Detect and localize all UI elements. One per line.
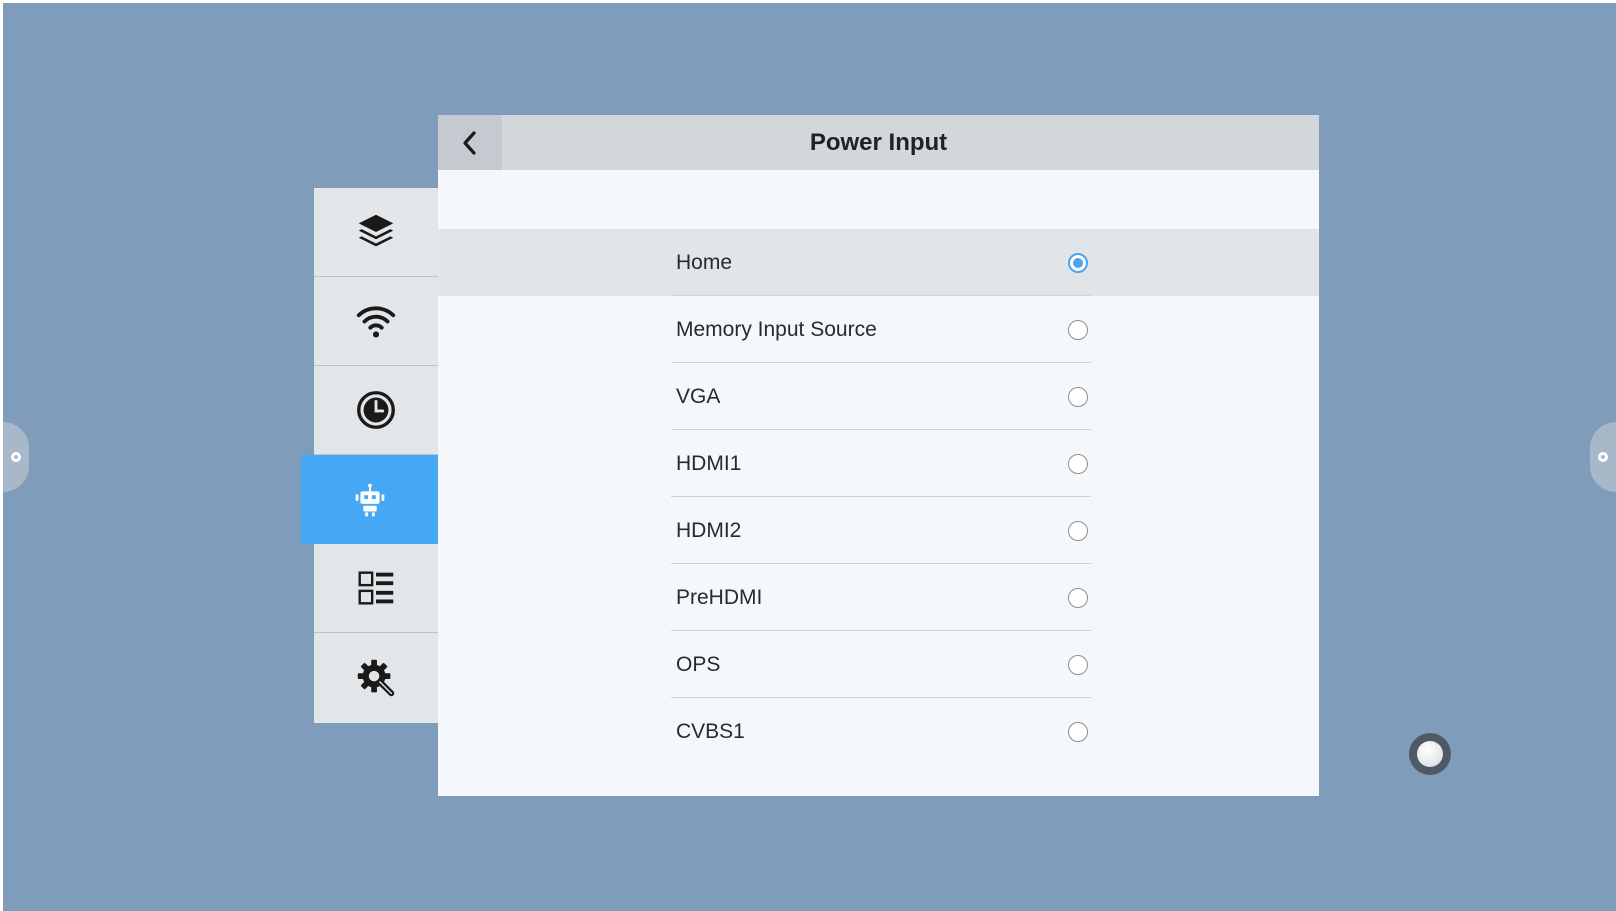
option-radio[interactable] [1068, 521, 1088, 541]
option-radio[interactable] [1068, 588, 1088, 608]
option-row[interactable]: Memory Input Source [438, 296, 1319, 363]
gear-wrench-icon [357, 659, 395, 696]
option-radio[interactable] [1068, 320, 1088, 340]
layers-icon [358, 214, 394, 247]
option-row[interactable]: VGA [438, 363, 1319, 430]
option-radio[interactable] [1068, 253, 1088, 273]
ring-icon [1598, 452, 1608, 462]
assistive-touch-button[interactable] [1409, 733, 1451, 775]
assistive-touch-icon [1417, 741, 1443, 767]
sidebar-item-smart[interactable] [301, 455, 438, 544]
clock-icon [357, 391, 395, 429]
option-row[interactable]: HDMI1 [438, 430, 1319, 497]
option-radio[interactable] [1068, 387, 1088, 407]
sidebar-item-time[interactable] [314, 366, 438, 455]
option-row[interactable]: CVBS1 [438, 698, 1319, 765]
apps-list-icon [358, 571, 394, 605]
option-label: VGA [676, 385, 721, 408]
right-edge-handle[interactable] [1590, 422, 1616, 492]
page-title: Power Input [809, 129, 948, 156]
sidebar-item-network[interactable] [314, 277, 438, 366]
option-label: HDMI1 [676, 452, 742, 475]
option-row[interactable]: HDMI2 [438, 497, 1319, 564]
robot-icon [355, 483, 384, 516]
option-radio[interactable] [1068, 655, 1088, 675]
option-label: OPS [676, 653, 721, 676]
sidebar-item-apps[interactable] [314, 544, 438, 633]
panel-header: Power Input [438, 115, 1319, 170]
back-button[interactable] [438, 115, 502, 170]
desktop-background: Power Input Home Memory Input Source VGA HD… [3, 3, 1616, 911]
ring-icon [11, 452, 21, 462]
left-edge-handle[interactable] [3, 422, 29, 492]
option-label: Memory Input Source [676, 318, 877, 341]
option-radio[interactable] [1068, 454, 1088, 474]
option-label: CVBS1 [676, 720, 745, 743]
option-row[interactable]: OPS [438, 631, 1319, 698]
chevron-left-icon [463, 130, 476, 155]
option-row[interactable]: PreHDMI [438, 564, 1319, 631]
sidebar-item-settings[interactable] [314, 633, 438, 722]
option-radio[interactable] [1068, 722, 1088, 742]
option-label: HDMI2 [676, 519, 742, 542]
wifi-icon [356, 306, 396, 338]
option-row[interactable]: Home [438, 229, 1319, 296]
option-label: PreHDMI [676, 586, 763, 609]
sidebar-item-layers[interactable] [314, 188, 438, 277]
power-input-panel: Power Input Home Memory Input Source VGA HD… [438, 115, 1319, 796]
settings-sidebar [301, 188, 438, 723]
option-label: Home [676, 251, 733, 274]
